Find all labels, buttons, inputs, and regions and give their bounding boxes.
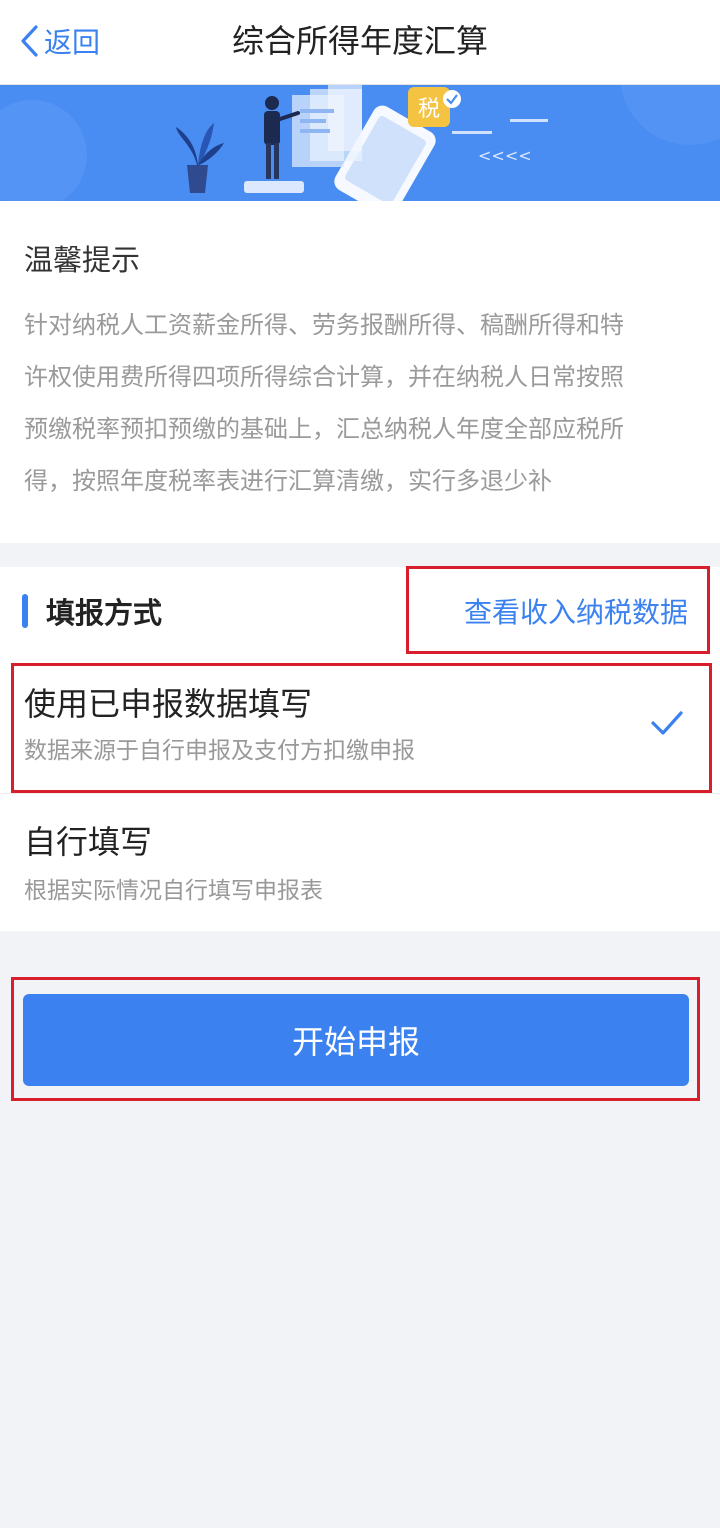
page-title: 综合所得年度汇算 xyxy=(231,22,488,60)
plant-icon xyxy=(176,123,224,193)
option-self-fill[interactable]: 自行填写 根据实际情况自行填写申报表 xyxy=(0,803,720,931)
start-declaration-button[interactable]: 开始申报 xyxy=(23,994,689,1086)
divider xyxy=(0,793,720,794)
document-panels xyxy=(292,85,362,167)
notice-card: 温馨提示 针对纳税人工资薪金所得、劳务报酬所得、稿酬所得和特 许权使用费所得四项… xyxy=(0,201,720,543)
option-title: 自行填写 xyxy=(24,823,153,861)
option-subtitle: 根据实际情况自行填写申报表 xyxy=(24,878,323,904)
banner: 税 <<<< xyxy=(0,85,720,201)
tax-badge-icon: 税 xyxy=(408,87,461,127)
option-use-declared-data[interactable]: 使用已申报数据填写 数据来源于自行申报及支付方扣缴申报 xyxy=(0,661,720,789)
banner-illustration: 税 <<<< xyxy=(0,85,720,201)
section-title: 填报方式 xyxy=(46,596,163,630)
notice-line: 预缴税率预扣预缴的基础上，汇总纳税人年度全部应税所 xyxy=(24,415,624,443)
notice-line: 针对纳税人工资薪金所得、劳务报酬所得、稿酬所得和特 xyxy=(24,311,624,339)
option-subtitle: 数据来源于自行申报及支付方扣缴申报 xyxy=(24,738,415,764)
notice-title: 温馨提示 xyxy=(24,243,141,277)
notice-body: 针对纳税人工资薪金所得、劳务报酬所得、稿酬所得和特 许权使用费所得四项所得综合计… xyxy=(24,299,694,507)
navbar: 返回 综合所得年度汇算 xyxy=(0,0,720,85)
notice-line: 得，按照年度税率表进行汇算清缴，实行多退少补 xyxy=(24,467,552,495)
view-income-tax-data-link[interactable]: 查看收入纳税数据 xyxy=(464,591,688,631)
notice-line: 许权使用费所得四项所得综合计算，并在纳税人日常按照 xyxy=(24,363,624,391)
tax-badge-text: 税 xyxy=(418,97,440,122)
check-icon xyxy=(651,711,683,735)
method-section: 填报方式 查看收入纳税数据 使用已申报数据填写 数据来源于自行申报及支付方扣缴申… xyxy=(0,567,720,931)
section-accent-bar xyxy=(22,594,28,628)
banner-arrows-text: <<<< xyxy=(478,146,532,165)
option-title: 使用已申报数据填写 xyxy=(24,685,313,723)
